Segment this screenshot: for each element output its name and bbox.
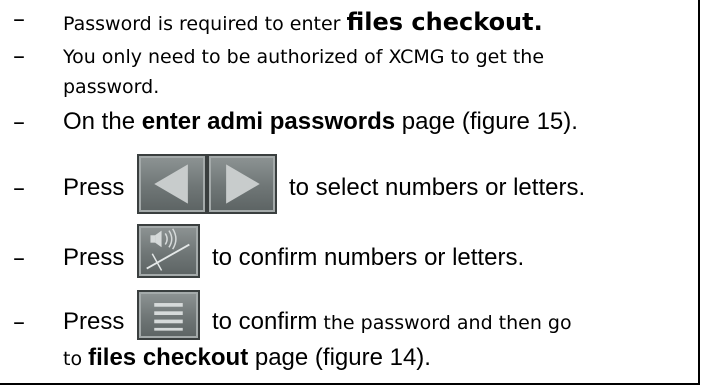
list-item: – Password is required to enter files ch… [0,4,695,36]
bullet-dash: – [13,108,25,136]
sound-confirm-icon [146,228,190,271]
bullet-dash: – [13,5,25,33]
bullet-dash: – [13,244,25,272]
list-item: – On the enter admi passwords page (figu… [0,108,695,140]
bullet-dash: – [13,308,25,336]
item-text-post: to confirm the password and then go [212,308,572,335]
menu-lines-icon [154,303,183,331]
list-item: – Press to confirm the password and then… [0,290,695,382]
list-item: – Press to select numbers or letters. [0,152,695,222]
list-item: – You only need to be authorized of XCMG… [0,42,695,102]
item-text: Password is required to enter files chec… [63,8,543,36]
item-text-post: to select numbers or letters. [289,174,586,201]
bullet-dash: – [13,42,25,70]
right-arrow-icon [226,164,260,204]
item-text-pre: Press [63,308,125,335]
right-arrow-button[interactable] [207,154,277,214]
item-text-post: to confirm numbers or letters. [212,244,525,271]
left-arrow-icon [154,164,188,204]
item-text: On the enter admi passwords page (figure… [63,108,578,135]
item-text-pre: Press [63,174,125,201]
item-text-line1: You only need to be authorized of XCMG t… [63,46,545,68]
left-arrow-button[interactable] [137,154,207,214]
confirm-password-button[interactable] [137,290,200,340]
item-text-pre: Press [63,244,125,271]
bullet-dash: – [13,174,25,202]
item-text-line2: password. [63,76,160,98]
item-text-line2: to files checkout page (figure 14). [63,344,431,371]
confirm-character-button[interactable] [137,224,200,278]
list-item: – Press to confirm numbers or letters. [0,224,695,284]
